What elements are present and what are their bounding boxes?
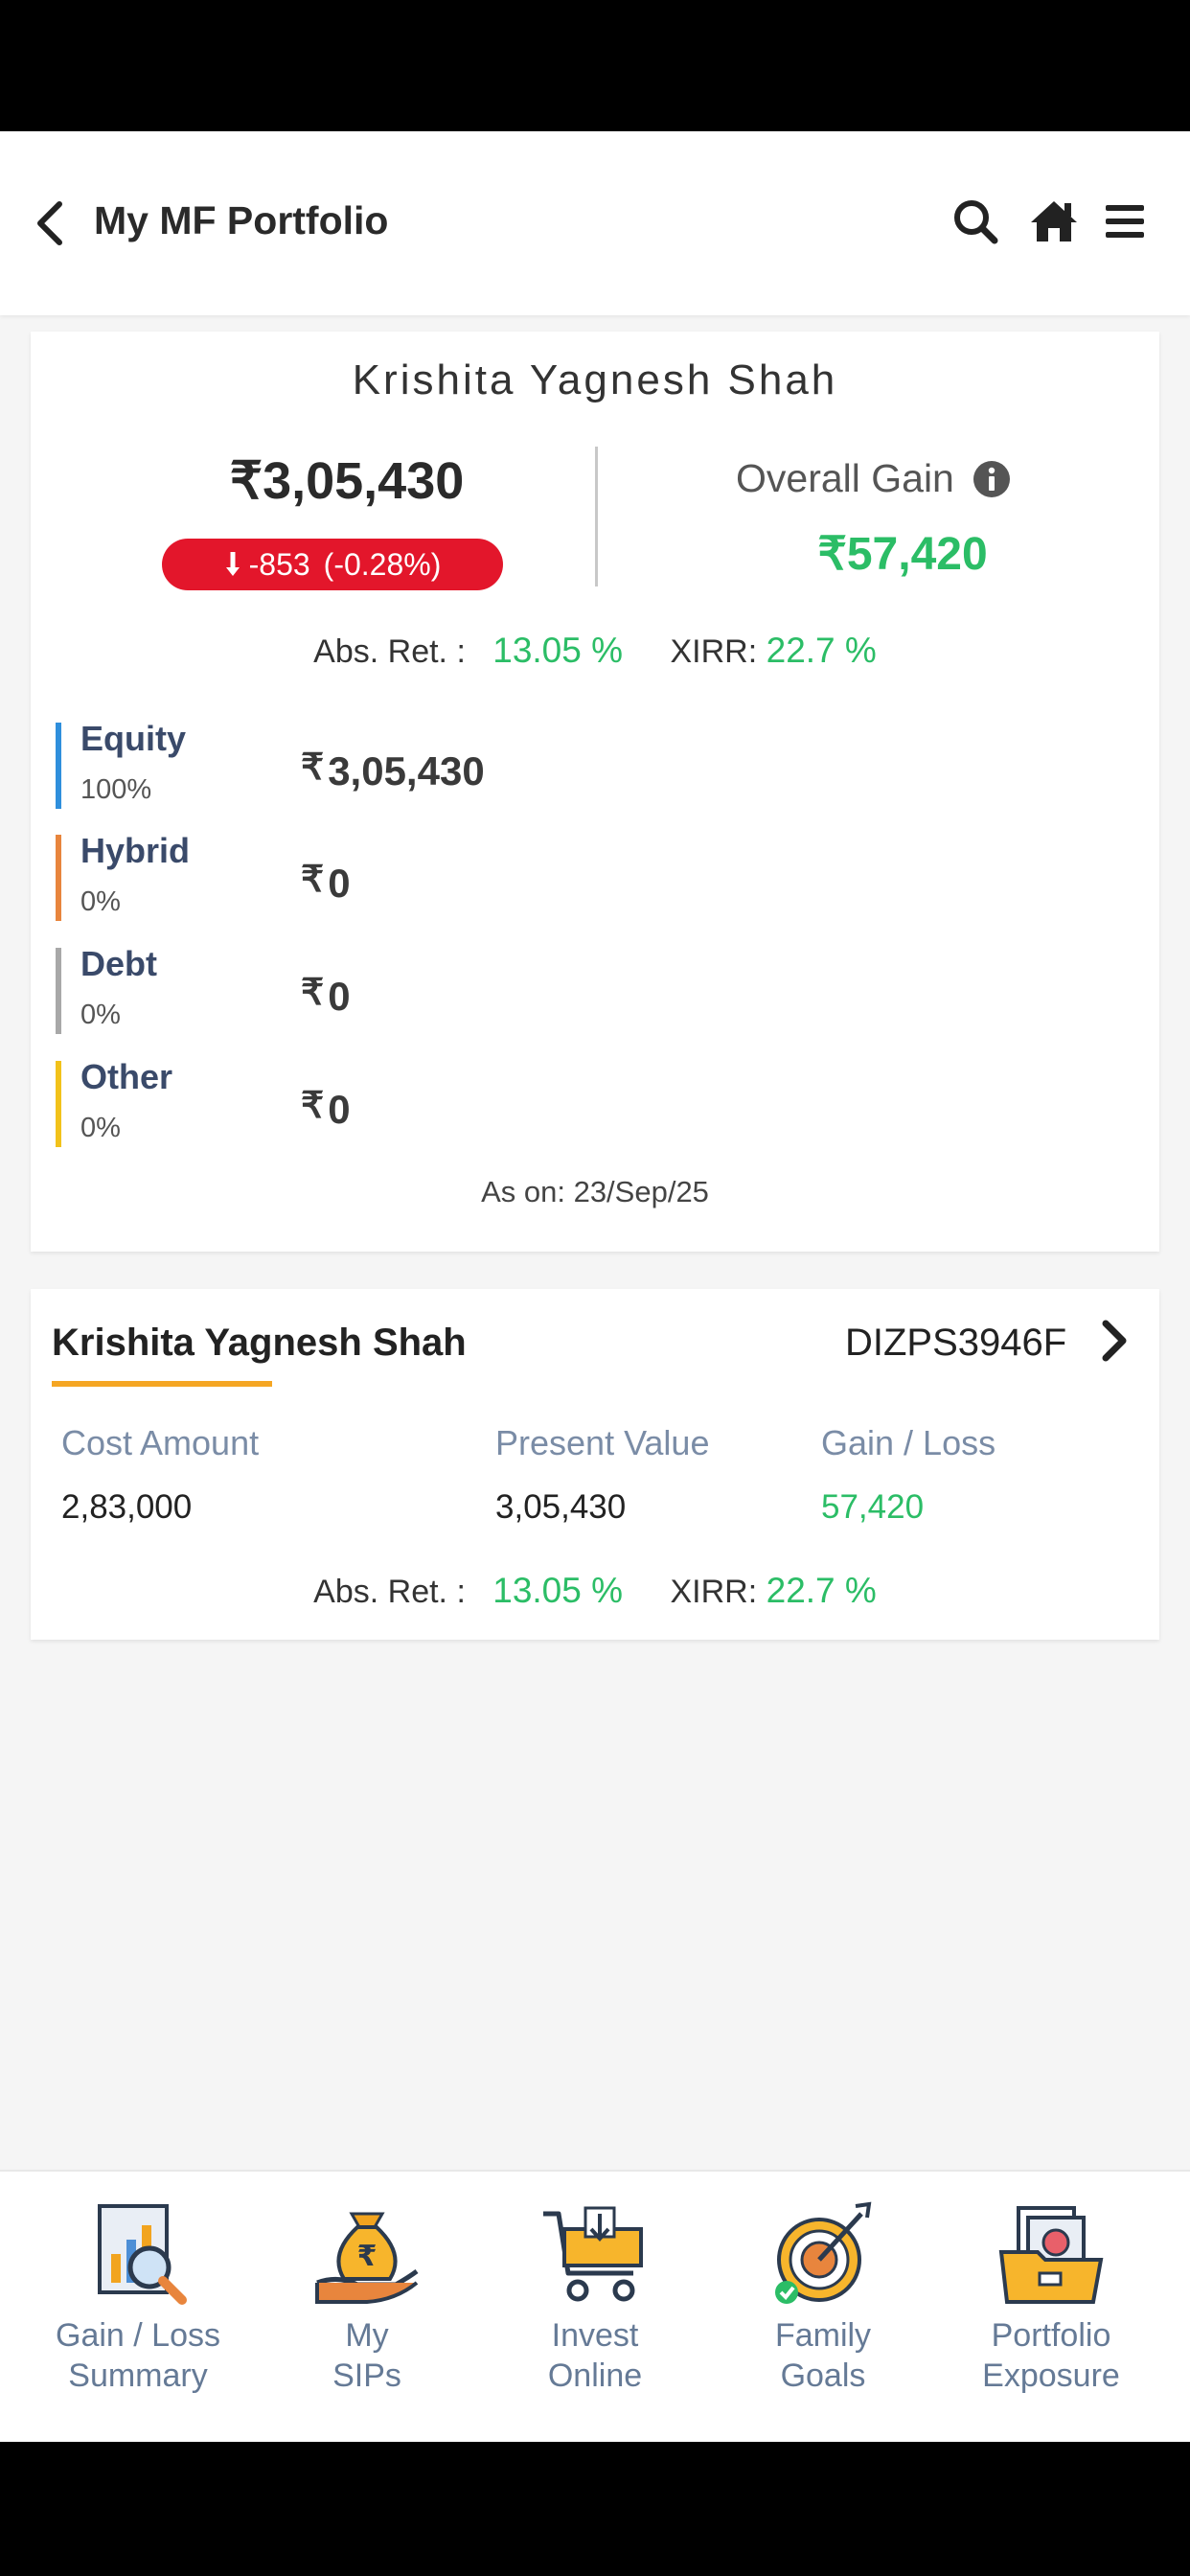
- xirr-label: XIRR:: [670, 633, 758, 670]
- nav-my-sips[interactable]: ₹ My SIPs: [262, 2172, 472, 2444]
- search-icon: [954, 200, 998, 244]
- allocation-name: Other: [80, 1057, 173, 1096]
- app-header: My MF Portfolio: [0, 131, 1190, 315]
- home-button[interactable]: [1025, 193, 1083, 250]
- total-value: ₹3,05,430: [229, 452, 465, 510]
- folder-documents-icon: [998, 2206, 1104, 2304]
- bottom-navigation: Gain / Loss Summary ₹ My SIPs Invest Online: [0, 2170, 1190, 2442]
- allocation-debt: Debt 0% ₹0: [56, 944, 630, 1034]
- nav-label: Portfolio Exposure: [982, 2317, 1120, 2394]
- xirr-label: XIRR:: [670, 1574, 758, 1610]
- allocation-equity: Equity 100% ₹3,05,430: [56, 719, 630, 809]
- holder-details-button[interactable]: [1096, 1318, 1142, 1368]
- arrow-down-icon: [225, 552, 240, 576]
- abs-return-label: Abs. Ret. :: [313, 633, 466, 670]
- allocation-percent: 0%: [80, 1000, 121, 1030]
- allocation-value: ₹3,05,430: [301, 746, 485, 794]
- nav-label: Gain / Loss Summary: [56, 2317, 220, 2394]
- rupee-symbol: ₹: [301, 748, 325, 788]
- nav-label: Invest Online: [547, 2317, 643, 2394]
- allocation-amount: 0: [328, 974, 351, 1019]
- divider: [595, 447, 598, 586]
- back-button[interactable]: [23, 195, 75, 252]
- xirr-value: 22.7 %: [766, 1571, 877, 1610]
- holder-returns-row: Abs. Ret. : 13.05 % XIRR: 22.7 %: [31, 1571, 1159, 1611]
- as-on-date: As on: 23/Sep/25: [481, 1175, 709, 1208]
- allocation-name: Debt: [80, 944, 157, 983]
- present-value-label: Present Value: [495, 1423, 710, 1462]
- menu-button[interactable]: [1096, 193, 1154, 250]
- gain-loss-label: Gain / Loss: [821, 1423, 996, 1462]
- overall-gain-value: ₹57,420: [817, 529, 988, 580]
- nav-portfolio-exposure[interactable]: Portfolio Exposure: [946, 2172, 1156, 2444]
- allocation-name: Hybrid: [80, 831, 191, 870]
- page-title: My MF Portfolio: [94, 198, 389, 242]
- present-value-value: 3,05,430: [495, 1488, 627, 1526]
- day-change-badge: -853 (-0.28%): [162, 539, 503, 590]
- nav-label: Family Goals: [774, 2317, 872, 2394]
- money-bag-hand-icon: ₹: [315, 2212, 419, 2304]
- nav-label: My SIPs: [332, 2317, 401, 2394]
- allocation-amount: 3,05,430: [328, 748, 485, 794]
- allocation-hybrid: Hybrid 0% ₹0: [56, 831, 630, 921]
- abs-return-label: Abs. Ret. :: [313, 1574, 466, 1610]
- allocation-other: Other 0% ₹0: [56, 1057, 630, 1147]
- cost-amount-label: Cost Amount: [61, 1423, 260, 1462]
- allocation-value: ₹0: [301, 858, 351, 907]
- gain-loss-value: 57,420: [821, 1488, 925, 1526]
- allocation-percent: 0%: [80, 1113, 121, 1143]
- nav-gain-loss-summary[interactable]: Gain / Loss Summary: [33, 2172, 243, 2444]
- svg-text:₹: ₹: [357, 2240, 378, 2273]
- allocation-amount: 0: [328, 1087, 351, 1132]
- investor-name: Krishita Yagnesh Shah: [352, 356, 838, 403]
- day-change-percent: (-0.28%): [323, 546, 442, 582]
- allocation-color-bar: [56, 723, 61, 809]
- portfolio-summary-card: Krishita Yagnesh Shah ₹3,05,430 -853 (-0…: [31, 332, 1159, 1252]
- back-arrow-icon: [37, 201, 62, 245]
- allocation-percent: 100%: [80, 774, 152, 805]
- allocation-value: ₹0: [301, 971, 351, 1020]
- abs-return-value: 13.05 %: [492, 631, 624, 670]
- system-nav-bar: [0, 2442, 1190, 2576]
- home-icon: [1031, 201, 1077, 242]
- search-button[interactable]: [947, 193, 1004, 250]
- allocation-value: ₹0: [301, 1084, 351, 1133]
- report-magnifier-icon: [98, 2204, 187, 2305]
- status-bar: [0, 0, 1190, 131]
- rupee-symbol: ₹: [301, 973, 325, 1013]
- chevron-right-icon: [1102, 1320, 1127, 1362]
- info-button[interactable]: [973, 460, 1011, 498]
- nav-family-goals[interactable]: Family Goals: [718, 2172, 928, 2444]
- allocation-percent: 0%: [80, 886, 121, 917]
- shopping-cart-icon: [543, 2206, 643, 2302]
- allocation-color-bar: [56, 835, 61, 921]
- rupee-symbol: ₹: [301, 1086, 325, 1126]
- nav-invest-online[interactable]: Invest Online: [490, 2172, 700, 2444]
- cost-amount-value: 2,83,000: [61, 1488, 193, 1526]
- hamburger-menu-icon: [1106, 205, 1144, 238]
- xirr-value: 22.7 %: [766, 631, 877, 670]
- holder-name-underline: [52, 1381, 272, 1387]
- allocation-color-bar: [56, 948, 61, 1034]
- abs-return-value: 13.05 %: [492, 1571, 624, 1610]
- holder-card[interactable]: Krishita Yagnesh Shah DIZPS3946F Cost Am…: [31, 1289, 1159, 1640]
- allocation-amount: 0: [328, 861, 351, 906]
- info-icon: [973, 461, 1010, 497]
- rupee-symbol: ₹: [301, 860, 325, 900]
- returns-row: Abs. Ret. : 13.05 % XIRR: 22.7 %: [31, 631, 1159, 671]
- holder-name: Krishita Yagnesh Shah: [52, 1322, 467, 1364]
- day-change-value: -853: [248, 546, 310, 582]
- target-goal-icon: [775, 2201, 872, 2304]
- overall-gain-label: Overall Gain: [736, 456, 954, 500]
- allocation-color-bar: [56, 1061, 61, 1147]
- holder-pan: DIZPS3946F: [845, 1322, 1067, 1364]
- allocation-name: Equity: [80, 719, 187, 758]
